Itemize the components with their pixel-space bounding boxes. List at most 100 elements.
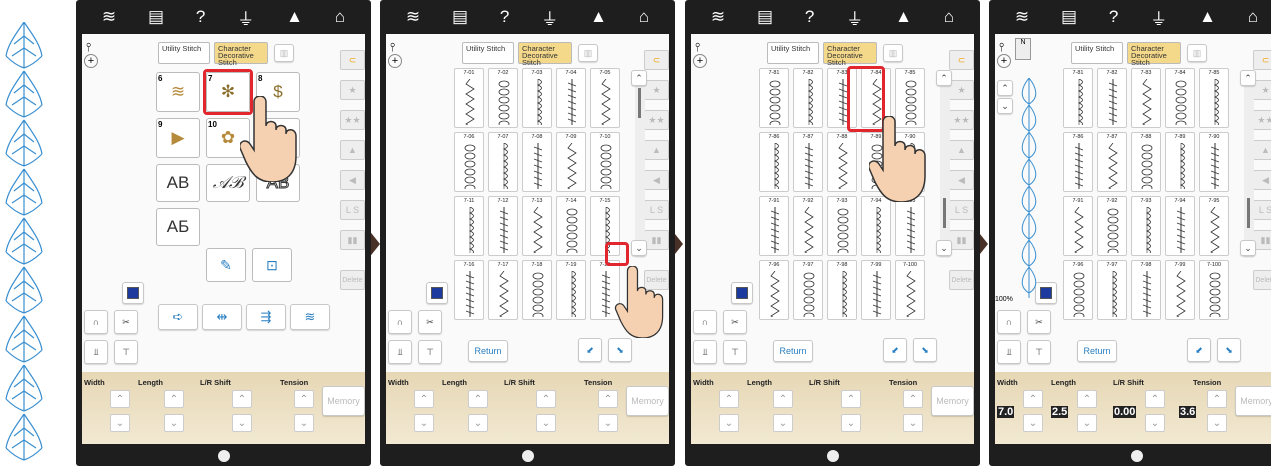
font-cyrillic[interactable]: АБ	[156, 208, 200, 246]
length-up-button[interactable]: ⌃	[773, 390, 793, 408]
length-down-button[interactable]: ⌄	[1077, 414, 1097, 432]
delete-button[interactable]: Delete	[949, 270, 974, 290]
mirror-icon[interactable]: ▲	[949, 140, 974, 160]
next-page-button[interactable]: ➪	[158, 304, 198, 330]
stitch-cell[interactable]: 7-13	[522, 196, 552, 256]
stitch-cell[interactable]: 7-01	[454, 68, 484, 128]
foot-icon[interactable]: ⏚	[237, 5, 254, 30]
width-up-button[interactable]: ⌃	[110, 390, 130, 408]
book-icon[interactable]: ▥	[274, 44, 294, 62]
book-icon[interactable]: ▥	[578, 44, 598, 62]
flip-icon[interactable]: ◀	[1253, 170, 1271, 190]
stitch-cell[interactable]: 7-88	[1131, 132, 1161, 192]
stitch-cell[interactable]: 7-04	[556, 68, 586, 128]
scroll-up-button[interactable]: ⌃	[936, 70, 952, 86]
mirror-icon[interactable]: ▲	[1253, 140, 1271, 160]
pin-button[interactable]: ⊤	[1027, 340, 1051, 364]
stitch-cell[interactable]: 7-07	[488, 132, 518, 192]
category-9[interactable]: ▶	[156, 118, 200, 158]
thread-color-button[interactable]	[731, 282, 753, 304]
stitch-cell[interactable]: 7-85	[1199, 68, 1229, 128]
clock-icon[interactable]	[826, 450, 839, 462]
move-down-left-button[interactable]: ⬋	[578, 338, 602, 362]
scroll-down-button[interactable]: ⌄	[936, 240, 952, 256]
shift-up-button[interactable]: ⌃	[536, 390, 556, 408]
width-up-button[interactable]: ⌃	[414, 390, 434, 408]
width-up-button[interactable]: ⌃	[1023, 390, 1043, 408]
preview-down-button[interactable]: ⌄	[997, 98, 1013, 114]
camera-stitch-button[interactable]: ⊡	[252, 248, 292, 282]
lock-icon[interactable]: ▲	[895, 7, 912, 27]
usb-pc-button[interactable]: ⇶	[246, 304, 286, 330]
tab-utility-stitch[interactable]: Utility Stitch	[767, 42, 819, 64]
scroll-up-button[interactable]: ⌃	[1240, 70, 1256, 86]
stitch-cell[interactable]: 7-03	[522, 68, 552, 128]
wifi-icon[interactable]: ≋	[102, 7, 116, 27]
sidebar-btn-2[interactable]: ★	[644, 80, 669, 100]
stitch-cell[interactable]: 7-99	[861, 260, 891, 320]
help-icon[interactable]: ?	[196, 7, 205, 27]
tab-character-decorative[interactable]: Character Decorative Stitch	[823, 42, 877, 66]
stitch-cell[interactable]: 7-82	[793, 68, 823, 128]
shift-down-button[interactable]: ⌄	[232, 414, 252, 432]
document-icon[interactable]: ▤	[1061, 7, 1077, 27]
needle-up-button[interactable]: ∩	[693, 310, 717, 334]
length-up-button[interactable]: ⌃	[164, 390, 184, 408]
mirror-icon[interactable]: ▲	[644, 140, 669, 160]
presser-button[interactable]: ⫫	[388, 340, 412, 364]
edit-stitch-button[interactable]: ✎	[206, 248, 246, 282]
shift-up-button[interactable]: ⌃	[232, 390, 252, 408]
sidebar-btn-1[interactable]: ⊂	[1253, 50, 1271, 70]
tab-utility-stitch[interactable]: Utility Stitch	[1071, 42, 1123, 64]
width-down-button[interactable]: ⌄	[719, 414, 739, 432]
stitch-cell[interactable]: 7-19	[556, 260, 586, 320]
home-icon[interactable]: ⌂	[1248, 7, 1258, 27]
sidebar-btn-1[interactable]: ⊂	[644, 50, 669, 70]
book-icon[interactable]: ▥	[1187, 44, 1207, 62]
stitch-cell[interactable]: 7-17	[488, 260, 518, 320]
stitch-cell[interactable]: 7-96	[1063, 260, 1093, 320]
presser-button[interactable]: ⫫	[693, 340, 717, 364]
ls-button[interactable]: L S	[1253, 200, 1271, 220]
tension-up-button[interactable]: ⌃	[294, 390, 314, 408]
stitch-cell[interactable]: 7-98	[827, 260, 857, 320]
pin-button[interactable]: ⊤	[418, 340, 442, 364]
stitch-cell[interactable]: 7-10	[590, 132, 620, 192]
width-down-button[interactable]: ⌄	[110, 414, 130, 432]
scroll-up-button[interactable]: ⌃	[631, 70, 647, 86]
sidebar-btn-1[interactable]: ⊂	[340, 50, 365, 70]
stitch-cell[interactable]: 7-100	[1199, 260, 1229, 320]
foot-icon[interactable]: ⏚	[846, 5, 863, 30]
stitch-cell[interactable]: 7-16	[454, 260, 484, 320]
sidebar-btn-7[interactable]: ▮▮	[644, 230, 669, 250]
tension-down-button[interactable]: ⌄	[598, 414, 618, 432]
stitch-cell[interactable]: 7-83	[1131, 68, 1161, 128]
needle-up-button[interactable]: ∩	[997, 310, 1021, 334]
memory-button[interactable]: Memory	[931, 386, 974, 416]
sidebar-btn-2[interactable]: ★	[949, 80, 974, 100]
sidebar-btn-3[interactable]: ★★	[644, 110, 669, 130]
thread-color-button[interactable]	[426, 282, 448, 304]
stitch-cell[interactable]: 7-92	[1097, 196, 1127, 256]
stitch-cell[interactable]: 7-09	[556, 132, 586, 192]
document-icon[interactable]: ▤	[757, 7, 773, 27]
foot-icon[interactable]: ⏚	[541, 5, 558, 30]
lock-icon[interactable]: ▲	[1199, 7, 1216, 27]
stitch-cell[interactable]: 7-86	[759, 132, 789, 192]
stitch-cell[interactable]: 7-92	[793, 196, 823, 256]
stitch-cell[interactable]: 7-97	[793, 260, 823, 320]
scissors-button[interactable]: ✂	[418, 310, 442, 334]
delete-button[interactable]: Delete	[1253, 270, 1271, 290]
shift-down-button[interactable]: ⌄	[841, 414, 861, 432]
delete-button[interactable]: Delete	[340, 270, 365, 290]
add-icon[interactable]: +	[388, 54, 402, 68]
add-icon[interactable]: +	[997, 54, 1011, 68]
stitch-cell[interactable]: 7-81	[759, 68, 789, 128]
home-icon[interactable]: ⌂	[335, 7, 345, 27]
shift-down-button[interactable]: ⌄	[536, 414, 556, 432]
width-down-button[interactable]: ⌄	[414, 414, 434, 432]
flip-icon[interactable]: ◀	[644, 170, 669, 190]
lock-icon[interactable]: ▲	[590, 7, 607, 27]
shift-up-button[interactable]: ⌃	[1145, 390, 1165, 408]
tension-down-button[interactable]: ⌄	[1207, 414, 1227, 432]
